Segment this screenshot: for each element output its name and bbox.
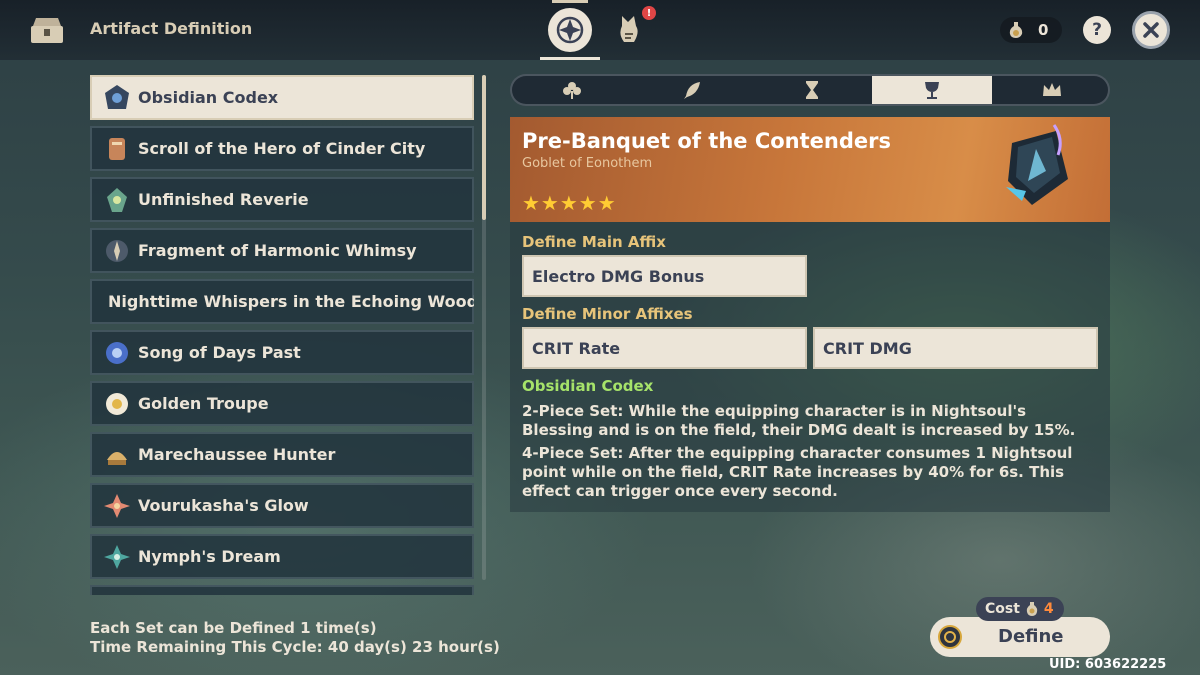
marechaussee-hunter-icon: [107, 451, 127, 465]
obsidian-codex-icon: [105, 84, 129, 109]
rarity-stars: ★★★★★: [522, 191, 617, 215]
list-scrollbar-thumb[interactable]: [482, 75, 486, 220]
notification-badge: !: [642, 6, 656, 20]
set-item-vourukasha-glow[interactable]: Vourukasha's Glow: [90, 483, 474, 528]
define-button-label: Define: [998, 626, 1064, 647]
tab-plume[interactable]: [632, 76, 752, 104]
set-item-label: Scroll of the Hero of Cinder City: [138, 139, 426, 158]
harmonic-whimsy-icon: [106, 239, 128, 262]
define-limit-text: Each Set can be Defined 1 time(s): [90, 619, 377, 637]
help-button[interactable]: ?: [1083, 16, 1111, 44]
goblet-icon: [925, 82, 939, 99]
main-affix-select[interactable]: Electro DMG Bonus: [522, 255, 807, 297]
set-item-unfinished-reverie[interactable]: Unfinished Reverie: [90, 177, 474, 222]
tab-circlet[interactable]: [992, 76, 1108, 104]
set-item-marechaussee-hunter[interactable]: Marechaussee Hunter: [90, 432, 474, 477]
main-affix-label: Define Main Affix: [522, 233, 666, 251]
tab-goblet[interactable]: [872, 76, 992, 104]
set-item-label: Fragment of Harmonic Whimsy: [138, 241, 417, 260]
close-button[interactable]: [1132, 11, 1170, 49]
nymphs-dream-icon: [104, 544, 130, 569]
crown-icon: [1043, 83, 1061, 96]
set-item-label: Marechaussee Hunter: [138, 445, 336, 464]
set-item-nymphs-dream[interactable]: Nymph's Dream: [90, 534, 474, 579]
close-icon: [1143, 22, 1159, 38]
currency-count: 0: [1038, 21, 1049, 39]
set-item-harmonic-whimsy[interactable]: Fragment of Harmonic Whimsy: [90, 228, 474, 273]
artifact-set-list[interactable]: Obsidian Codex Scroll of the Hero of Cin…: [90, 75, 474, 595]
set-item-label: Unfinished Reverie: [138, 190, 309, 209]
uid-label: UID: 603622225: [1049, 657, 1167, 672]
minor-affix-select-1[interactable]: CRIT Rate: [522, 327, 807, 369]
set-item-golden-troupe[interactable]: Golden Troupe: [90, 381, 474, 426]
cost-value: 4: [1043, 601, 1054, 617]
artifact-type: Goblet of Eonothem: [522, 156, 653, 171]
minor-affix-select-2[interactable]: CRIT DMG: [813, 327, 1098, 369]
set-item-label: Obsidian Codex: [138, 88, 279, 107]
confirm-ring-icon: [938, 625, 962, 649]
set-item-obsidian-codex[interactable]: Obsidian Codex: [90, 75, 474, 120]
sanctifying-elixir-icon: [1026, 602, 1038, 616]
scroll-hero-icon: [109, 137, 125, 160]
define-limit-note: Each Set can be Defined 1 time(s) Time R…: [90, 619, 500, 657]
song-days-past-icon: [106, 341, 128, 364]
cost-indicator: Cost 4: [976, 597, 1064, 621]
tab-underline: [540, 57, 600, 60]
sanctifying-elixir-icon: [1009, 22, 1023, 38]
set-item-label: Golden Troupe: [138, 394, 269, 413]
artifact-header-card: Pre-Banquet of the Contenders Goblet of …: [510, 117, 1110, 222]
currency-counter: 0: [1000, 17, 1062, 43]
minor-affixes-label: Define Minor Affixes: [522, 305, 693, 323]
two-piece-bonus: 2-Piece Set: While the equipping charact…: [522, 402, 1076, 439]
tab-flower[interactable]: [512, 76, 632, 104]
set-item-partial[interactable]: [90, 585, 474, 595]
feather-icon: [684, 82, 700, 99]
compass-star-icon: [556, 16, 584, 44]
set-item-label: Song of Days Past: [138, 343, 301, 362]
set-item-label: Vourukasha's Glow: [138, 496, 309, 515]
set-item-scroll-hero[interactable]: Scroll of the Hero of Cinder City: [90, 126, 474, 171]
set-item-label: Nymph's Dream: [138, 547, 281, 566]
set-bonus-name: Obsidian Codex: [522, 377, 654, 395]
four-piece-bonus: 4-Piece Set: After the equipping charact…: [522, 444, 1073, 500]
cost-label: Cost: [985, 601, 1020, 617]
define-button[interactable]: Define: [930, 617, 1110, 657]
set-item-song-days-past[interactable]: Song of Days Past: [90, 330, 474, 375]
set-item-nighttime-whispers[interactable]: Nighttime Whispers in the Echoing Woods: [90, 279, 474, 324]
artifact-chest-icon: [31, 18, 63, 43]
flower-icon: [563, 82, 581, 99]
tab-indicator-top: [552, 0, 588, 3]
time-remaining-text: Time Remaining This Cycle: 40 day(s) 23 …: [90, 638, 500, 656]
vourukasha-glow-icon: [104, 493, 130, 518]
set-item-label: Nighttime Whispers in the Echoing Woods: [108, 292, 474, 311]
hourglass-icon: [806, 81, 818, 99]
tab-artifact-definition[interactable]: [548, 8, 592, 52]
unfinished-reverie-icon: [107, 187, 127, 212]
tab-sands[interactable]: [752, 76, 872, 104]
artifact-slot-tabs: [510, 74, 1110, 106]
goblet-artifact-image: [1006, 124, 1068, 205]
page-title: Artifact Definition: [90, 19, 253, 38]
tab-strongbox-icon[interactable]: [614, 12, 644, 48]
artifact-name: Pre-Banquet of the Contenders: [522, 129, 891, 153]
golden-troupe-icon: [106, 392, 128, 415]
